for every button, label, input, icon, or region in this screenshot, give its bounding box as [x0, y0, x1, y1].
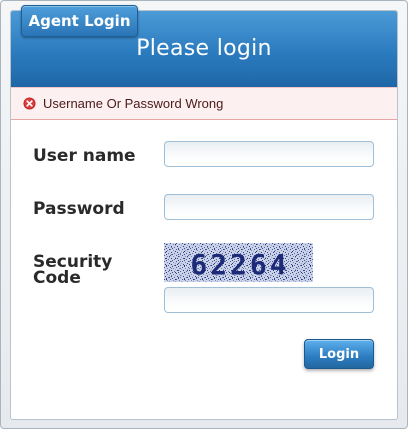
login-button[interactable]: Login [304, 339, 374, 369]
error-message-text: Username Or Password Wrong [43, 96, 224, 111]
agent-login-tab[interactable]: Agent Login [21, 5, 138, 37]
security-code-label-line2: Code [33, 268, 81, 288]
password-input[interactable] [164, 194, 374, 220]
security-code-input[interactable] [164, 287, 374, 313]
page-title: Please login [136, 36, 272, 61]
username-input[interactable] [164, 141, 374, 167]
error-circle-x-icon [23, 97, 36, 110]
login-panel: Please login Username Or Password Wrong … [10, 10, 398, 420]
captcha-text: 62264 [190, 248, 289, 281]
security-code-label: Security Code [33, 254, 112, 288]
password-label: Password [33, 199, 125, 219]
captcha-image[interactable]: 62264 [164, 243, 313, 282]
error-message-bar: Username Or Password Wrong [11, 87, 397, 120]
username-label: User name [33, 146, 136, 166]
